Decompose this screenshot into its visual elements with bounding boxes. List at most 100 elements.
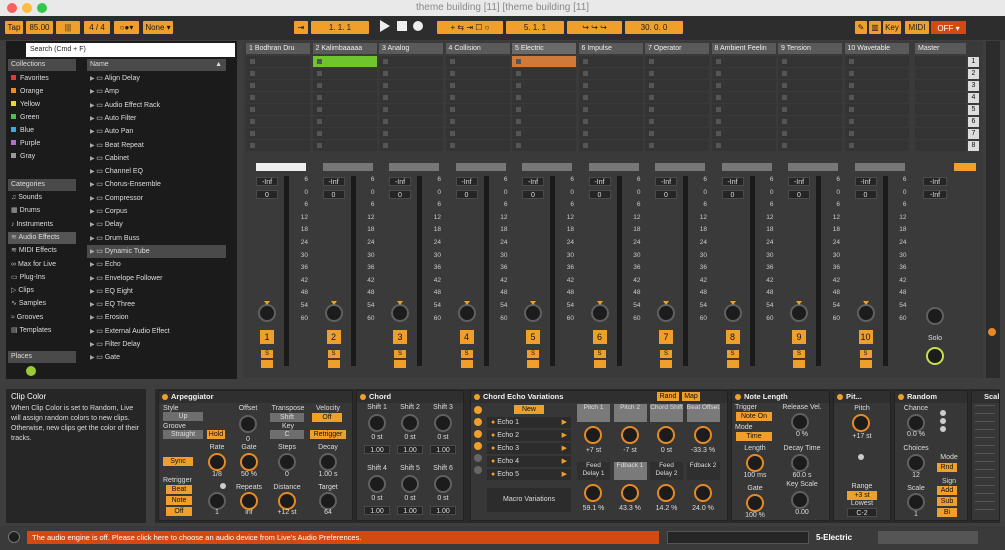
- nl-mode-select[interactable]: Time: [736, 432, 772, 441]
- volume-value[interactable]: 0: [588, 190, 611, 199]
- arm-icon[interactable]: [460, 360, 473, 368]
- arp-steps-knob[interactable]: [278, 453, 296, 471]
- nl-length-knob[interactable]: [746, 454, 764, 472]
- arp-key-select[interactable]: C: [270, 430, 304, 439]
- clip-slot[interactable]: [379, 104, 443, 115]
- pan-knob[interactable]: [856, 304, 875, 322]
- scene-number[interactable]: 4: [968, 93, 979, 103]
- clip-stop-square[interactable]: [582, 107, 588, 112]
- echo-param-knob[interactable]: [693, 484, 712, 502]
- arp-retrigger-off[interactable]: Off: [166, 507, 192, 516]
- chord-shift-knob[interactable]: [368, 475, 386, 493]
- clip-slot[interactable]: [778, 128, 842, 139]
- clip-slot[interactable]: [246, 68, 310, 79]
- solo-label[interactable]: Solo: [922, 335, 948, 342]
- clip-stop-square[interactable]: [516, 59, 521, 64]
- clip-slot[interactable]: [645, 116, 709, 127]
- clip-stop-square[interactable]: [582, 119, 588, 124]
- clip-stop-square[interactable]: [848, 59, 854, 64]
- arm-icon[interactable]: [394, 360, 406, 368]
- pan-knob[interactable]: [391, 304, 409, 322]
- clip-slot[interactable]: [512, 140, 576, 151]
- clip-slot[interactable]: [578, 104, 643, 115]
- map-button[interactable]: Map: [682, 392, 700, 401]
- clip-slot[interactable]: [312, 80, 377, 91]
- browser-item[interactable]: ▶ ▭ Auto Pan: [87, 125, 226, 138]
- arp-sync-button[interactable]: Sync: [163, 457, 193, 466]
- variation-item[interactable]: ● Echo 3 ▶: [487, 443, 571, 454]
- clip-stop-square[interactable]: [516, 71, 521, 76]
- clip-slot[interactable]: [512, 128, 576, 139]
- clip-slot[interactable]: [844, 104, 909, 115]
- browser-item[interactable]: ▶ ▭ Compressor: [87, 192, 226, 205]
- clip-stop-square[interactable]: [582, 95, 588, 100]
- info-toggle-icon[interactable]: [8, 531, 20, 543]
- pan-knob[interactable]: [590, 304, 609, 322]
- clip-stop-square[interactable]: [449, 131, 455, 136]
- collection-green[interactable]: Green: [9, 112, 75, 123]
- random-option-led[interactable]: [940, 426, 946, 432]
- clip-stop-square[interactable]: [516, 95, 521, 100]
- clip-stop-square[interactable]: [715, 131, 721, 136]
- solo-button[interactable]: S: [593, 350, 606, 358]
- tempo-field[interactable]: 85.00: [26, 21, 53, 34]
- clip-stop-square[interactable]: [848, 119, 854, 124]
- tap-tempo-button[interactable]: Tap: [5, 21, 23, 34]
- random-scale-knob[interactable]: [907, 493, 925, 511]
- chord-velocity-value[interactable]: 1.00: [397, 506, 423, 515]
- random-chance-knob[interactable]: [907, 414, 925, 432]
- browser-item[interactable]: ▶ ▭ Align Delay: [87, 72, 226, 85]
- arp-retrigger-note[interactable]: Note: [166, 496, 192, 505]
- play-icon[interactable]: [380, 20, 390, 32]
- clip-slot[interactable]: [578, 68, 643, 79]
- clip-stop-square[interactable]: [250, 83, 255, 88]
- follow-icon[interactable]: ⇥: [294, 21, 308, 34]
- echo-param-knob[interactable]: [620, 426, 639, 444]
- volume-value[interactable]: 0: [788, 190, 810, 199]
- clip-stop-square[interactable]: [782, 131, 787, 136]
- clip-stop-square[interactable]: [449, 95, 455, 100]
- random-option-led[interactable]: [940, 410, 946, 416]
- scene-slot[interactable]: [915, 128, 966, 139]
- song-position-field[interactable]: 1. 1. 1: [311, 21, 369, 34]
- chord-velocity-value[interactable]: 1.00: [364, 506, 390, 515]
- clip-stop-square[interactable]: [715, 71, 721, 76]
- arm-icon[interactable]: [660, 360, 672, 368]
- arp-offset-knob[interactable]: [239, 415, 257, 433]
- volume-value[interactable]: 0: [389, 190, 411, 199]
- track-header[interactable]: 2 Kalimbaaaaa: [312, 43, 377, 54]
- category-sounds[interactable]: ♫ Sounds: [8, 192, 76, 204]
- echo-param-knob[interactable]: [657, 484, 675, 502]
- volume-value[interactable]: 0: [455, 190, 478, 199]
- track-activator-button[interactable]: 6: [592, 330, 607, 344]
- solo-button[interactable]: S: [394, 350, 406, 358]
- clip-stop-square[interactable]: [782, 71, 787, 76]
- clip-slot[interactable]: [246, 92, 310, 103]
- clip-slot[interactable]: [312, 104, 377, 115]
- clip-slot[interactable]: [512, 116, 576, 127]
- io-toggle-icon[interactable]: [988, 328, 996, 336]
- pan-knob[interactable]: [657, 304, 675, 322]
- clip-slot[interactable]: [645, 104, 709, 115]
- clip-stop-square[interactable]: [383, 71, 388, 76]
- clip-stop-square[interactable]: [516, 131, 521, 136]
- solo-button[interactable]: S: [793, 350, 805, 358]
- category-max-for-live[interactable]: ∞ Max for Live: [8, 259, 76, 271]
- loop-switch-icons[interactable]: ↪ ↪ ↪: [567, 21, 622, 34]
- nl-gate-knob[interactable]: [746, 494, 764, 512]
- clip-stop-square[interactable]: [250, 107, 255, 112]
- random-choices-knob[interactable]: [907, 454, 925, 472]
- volume-value[interactable]: 0: [322, 190, 345, 199]
- clip-stop-square[interactable]: [250, 59, 255, 64]
- arp-retrigger-toggle[interactable]: Retrigger: [310, 430, 346, 439]
- browser-item[interactable]: ▶ ▭ Dynamic Tube: [87, 244, 226, 259]
- clip-slot[interactable]: [379, 68, 443, 79]
- clip-slot[interactable]: [778, 80, 842, 91]
- chord-power-icon[interactable]: [360, 394, 366, 400]
- echo-rack-power-icon[interactable]: [474, 394, 480, 400]
- browser-item[interactable]: ▶ ▭ Channel EQ: [87, 165, 226, 178]
- echo-param-knob[interactable]: [620, 484, 639, 502]
- clip-slot[interactable]: [778, 104, 842, 115]
- arp-transpose-select[interactable]: Shift: [270, 413, 304, 422]
- chord-shift-knob[interactable]: [434, 414, 452, 432]
